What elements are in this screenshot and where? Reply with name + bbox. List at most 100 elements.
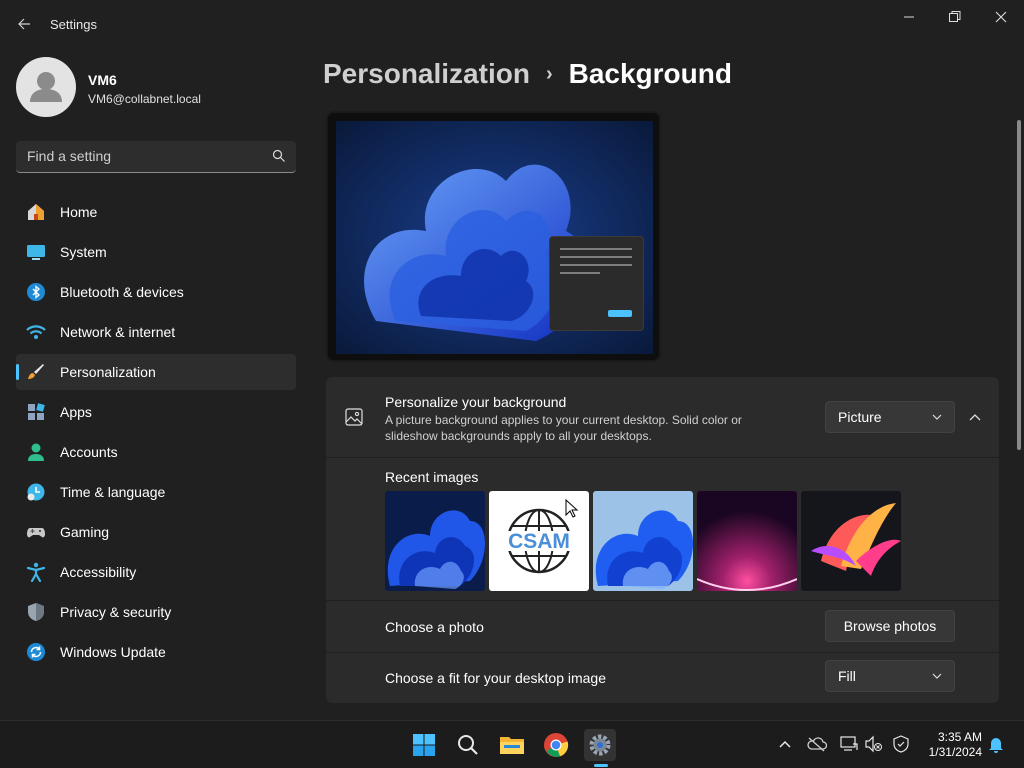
gaming-icon: [25, 521, 47, 543]
sidebar-item-label: Network & internet: [60, 324, 176, 340]
dropdown-value: Picture: [838, 409, 882, 425]
accessibility-icon: [25, 561, 47, 583]
network-tray-icon[interactable]: [840, 735, 858, 753]
recent-image-thumbnail[interactable]: [801, 491, 901, 591]
choose-fit-label: Choose a fit for your desktop image: [385, 670, 607, 686]
taskbar-search-button[interactable]: [452, 729, 484, 761]
notification-bell-icon[interactable]: [988, 736, 1004, 754]
chevron-up-icon: [969, 413, 981, 420]
back-button[interactable]: [10, 10, 38, 38]
time-language-icon: [25, 481, 47, 503]
user-name: VM6: [88, 72, 117, 88]
chevron-right-icon: ›: [545, 62, 553, 85]
restore-button[interactable]: [932, 0, 978, 34]
sidebar-item-label: System: [60, 244, 107, 260]
close-icon: [995, 11, 1007, 23]
chevron-up-icon[interactable]: [778, 735, 792, 753]
sidebar-item-system[interactable]: System: [16, 234, 296, 270]
choose-fit-row: Choose a fit for your desktop image Fill: [326, 653, 999, 703]
volume-muted-icon[interactable]: [865, 735, 883, 753]
sidebar-item-personalization[interactable]: Personalization: [16, 354, 296, 390]
choose-photo-label: Choose a photo: [385, 619, 484, 635]
recent-image-thumbnail[interactable]: [697, 491, 797, 591]
sidebar-item-label: Gaming: [60, 524, 110, 540]
collapse-button[interactable]: [963, 405, 987, 429]
search-box[interactable]: [16, 141, 296, 173]
minimize-button[interactable]: [886, 0, 932, 34]
sidebar-item-label: Privacy & security: [60, 604, 172, 620]
sidebar-item-accessibility[interactable]: Accessibility: [16, 554, 296, 590]
system-icon: [25, 241, 47, 263]
sidebar-item-windows-update[interactable]: Windows Update: [16, 634, 296, 670]
sidebar-item-home[interactable]: Home: [16, 194, 296, 230]
sidebar-nav: Home System Bluetooth & devices Network …: [16, 194, 296, 674]
app-title: Settings: [50, 17, 97, 32]
restore-icon: [949, 11, 961, 22]
sidebar-item-bluetooth[interactable]: Bluetooth & devices: [16, 274, 296, 310]
breadcrumb-parent[interactable]: Personalization: [323, 58, 530, 90]
sidebar-item-privacy[interactable]: Privacy & security: [16, 594, 296, 630]
sidebar-item-label: Time & language: [60, 484, 166, 500]
recent-images-label: Recent images: [385, 469, 479, 485]
search-icon[interactable]: [272, 149, 286, 163]
sidebar-item-label: Personalization: [60, 364, 156, 380]
chevron-down-icon: [932, 673, 942, 679]
start-button[interactable]: [408, 729, 440, 761]
active-app-indicator: [594, 764, 608, 767]
recent-image-thumbnail[interactable]: [385, 491, 485, 591]
clock-date: 1/31/2024: [928, 745, 982, 759]
page-title: Background: [568, 58, 732, 89]
sidebar-item-label: Apps: [60, 404, 92, 420]
settings-taskbar-button[interactable]: [584, 729, 616, 761]
security-tray-icon[interactable]: [892, 735, 910, 753]
dropdown-value: Fill: [838, 668, 856, 684]
onedrive-icon[interactable]: [807, 735, 827, 753]
taskbar: 3:35 AM 1/31/2024: [0, 720, 1024, 768]
card-title: Personalize your background: [385, 394, 567, 410]
sidebar-item-label: Accounts: [60, 444, 118, 460]
file-explorer-icon: [500, 737, 524, 754]
sidebar-item-gaming[interactable]: Gaming: [16, 514, 296, 550]
search-input[interactable]: [16, 141, 256, 171]
privacy-icon: [25, 601, 47, 623]
mouse-cursor-icon: [565, 499, 579, 518]
sidebar-item-label: Windows Update: [60, 644, 166, 660]
fit-dropdown[interactable]: Fill: [825, 660, 955, 692]
sidebar-item-network[interactable]: Network & internet: [16, 314, 296, 350]
scrollbar[interactable]: [1017, 120, 1021, 450]
sidebar-item-time-language[interactable]: Time & language: [16, 474, 296, 510]
preview-window: [549, 236, 644, 331]
network-icon: [25, 321, 47, 343]
sidebar-item-label: Accessibility: [60, 564, 137, 580]
personalize-background-card: Personalize your background A picture ba…: [326, 377, 999, 457]
user-avatar-icon: [30, 72, 62, 102]
clock[interactable]: 3:35 AM 1/31/2024: [918, 730, 982, 760]
recent-image-thumbnail[interactable]: [593, 491, 693, 591]
apps-icon: [25, 401, 47, 423]
image-icon: [345, 408, 363, 426]
accounts-icon: [25, 441, 47, 463]
sidebar-item-label: Home: [60, 204, 98, 220]
windows-update-icon: [25, 641, 47, 663]
title-bar: Settings: [0, 0, 1024, 48]
browse-photos-button[interactable]: Browse photos: [825, 610, 955, 642]
background-type-dropdown[interactable]: Picture: [825, 401, 955, 433]
csam-text: CSAM: [508, 530, 570, 553]
sidebar-item-label: Bluetooth & devices: [60, 284, 184, 300]
avatar[interactable]: [16, 57, 76, 117]
clock-time: 3:35 AM: [937, 730, 982, 744]
home-icon: [25, 201, 47, 223]
sidebar-item-apps[interactable]: Apps: [16, 394, 296, 430]
chrome-button[interactable]: [540, 729, 572, 761]
close-button[interactable]: [978, 0, 1024, 34]
recent-images-list: CSAM: [385, 491, 901, 591]
recent-images-section: Recent images CSAM: [326, 458, 999, 600]
personalization-icon: [25, 361, 47, 383]
settings-icon: [589, 734, 611, 756]
chevron-down-icon: [932, 414, 942, 420]
card-description: A picture background applies to your cur…: [385, 413, 742, 443]
start-icon: [413, 734, 435, 756]
breadcrumb: Personalization › Background: [323, 58, 732, 90]
file-explorer-button[interactable]: [496, 729, 528, 761]
sidebar-item-accounts[interactable]: Accounts: [16, 434, 296, 470]
